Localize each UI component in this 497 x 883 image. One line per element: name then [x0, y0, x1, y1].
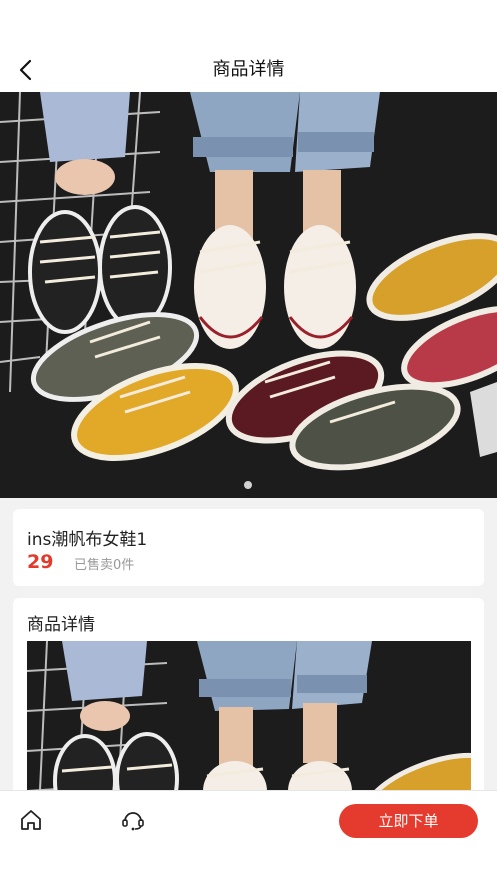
- product-price: 29: [27, 551, 54, 573]
- carousel-indicator-dot: [244, 481, 252, 489]
- nav-bar: 商品详情: [0, 48, 497, 92]
- home-icon: [21, 810, 41, 830]
- product-photo: [0, 92, 497, 498]
- customer-service-button[interactable]: [120, 807, 146, 833]
- customer-service-icon: [122, 812, 144, 831]
- buy-now-button[interactable]: 立即下单: [339, 804, 478, 838]
- product-image-carousel[interactable]: [0, 92, 497, 498]
- back-button[interactable]: [12, 56, 40, 84]
- sold-count: 已售卖0件: [74, 558, 135, 573]
- home-button[interactable]: [18, 807, 44, 833]
- page-title: 商品详情: [212, 59, 285, 80]
- detail-photo: [27, 641, 471, 798]
- detail-image: [27, 641, 471, 798]
- bottom-action-bar: 立即下单: [0, 790, 497, 883]
- back-icon: [19, 59, 32, 81]
- status-bar: [0, 0, 497, 48]
- detail-section-title: 商品详情: [27, 615, 95, 635]
- product-info-card: ins潮帆布女鞋1 29 已售卖0件: [13, 509, 484, 586]
- product-detail-card: 商品详情: [13, 598, 484, 798]
- product-name: ins潮帆布女鞋1: [27, 530, 148, 550]
